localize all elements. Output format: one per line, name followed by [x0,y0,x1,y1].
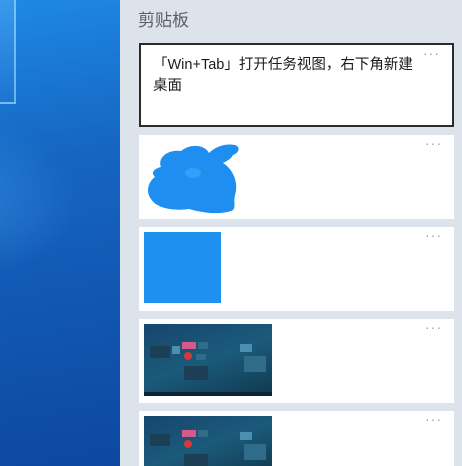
clipboard-item-image[interactable]: ··· [139,411,454,466]
clipboard-item-image[interactable]: ··· [139,227,454,311]
desktop-window-edge [0,0,16,104]
more-options-icon[interactable]: ··· [425,319,442,335]
blue-square-image [144,232,221,303]
more-options-icon[interactable]: ··· [425,227,442,243]
task-view-screenshot [144,416,272,466]
desktop-background [0,0,120,466]
clipboard-item-text[interactable]: 「Win+Tab」打开任务视图，右下角新建桌面 ··· [139,43,454,127]
panel-title: 剪贴板 [138,11,189,30]
blue-blob-image [148,144,239,214]
clipboard-item-image[interactable]: ··· [139,319,454,403]
clipboard-item-text-content: 「Win+Tab」打开任务视图，右下角新建桌面 [153,57,413,94]
clipboard-item-image[interactable]: ··· [139,135,454,219]
more-options-icon[interactable]: ··· [425,135,442,151]
more-options-icon[interactable]: ··· [425,411,442,427]
desktop-light-glow [0,120,80,280]
more-options-icon[interactable]: ··· [423,45,440,61]
task-view-screenshot [144,324,272,396]
clipboard-panel: 剪贴板 「Win+Tab」打开任务视图，右下角新建桌面 ··· ··· ··· [120,0,462,466]
